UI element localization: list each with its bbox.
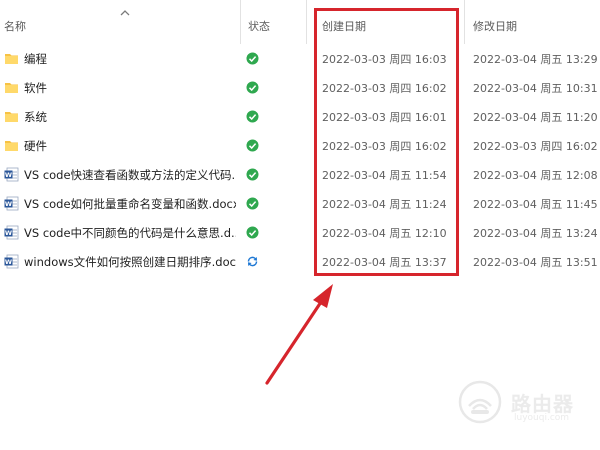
file-name: VS code如何批量重命名变量和函数.docx [24, 197, 236, 211]
folder-icon [5, 141, 18, 151]
sync-complete-check-icon [246, 226, 259, 239]
file-modified-date: 2022-03-03 周四 16:02 [473, 140, 598, 153]
file-name: 编程 [24, 52, 47, 66]
red-arrow-annotation [265, 284, 333, 385]
sync-complete-check-icon [246, 197, 259, 210]
file-name: VS code快速查看函数或方法的定义代码... [24, 168, 236, 182]
folder-icon [5, 54, 18, 64]
column-header-bar: 名称 状态 创建日期 修改日期 [0, 0, 600, 44]
file-row[interactable]: 系统 2022-03-03 周四 16:01 2022-03-04 周五 11:20 [0, 102, 600, 131]
file-row[interactable]: 硬件 2022-03-03 周四 16:02 2022-03-03 周四 16:02 [0, 131, 600, 160]
file-modified-date: 2022-03-04 周五 11:20 [473, 111, 598, 124]
file-name: 硬件 [24, 139, 47, 153]
syncing-icon [247, 256, 258, 267]
column-divider[interactable] [464, 0, 465, 44]
svg-text:W: W [5, 200, 12, 208]
file-row[interactable]: 编程 2022-03-03 周四 16:03 2022-03-04 周五 13:29 [0, 44, 600, 73]
router-logo-icon [458, 380, 502, 424]
file-modified-date: 2022-03-04 周五 13:51 [473, 256, 598, 269]
file-name: windows文件如何按照创建日期排序.docx [24, 255, 236, 269]
file-modified-date: 2022-03-04 周五 12:08 [473, 169, 598, 182]
file-row[interactable]: 软件 2022-03-03 周四 16:02 2022-03-04 周五 10:31 [0, 73, 600, 102]
sync-complete-check-icon [246, 139, 259, 152]
column-header-modified[interactable]: 修改日期 [473, 18, 517, 34]
folder-icon [5, 112, 18, 122]
watermark-subtitle: luyouqi.com [514, 413, 570, 423]
file-row[interactable]: W VS code中不同颜色的代码是什么意思.d... 2022-03-04 周五 … [0, 218, 600, 247]
word-document-icon: W [4, 225, 19, 240]
word-document-icon: W [4, 196, 19, 211]
file-row[interactable]: W VS code快速查看函数或方法的定义代码... 2022-03-04 周五 1… [0, 160, 600, 189]
word-document-icon: W [4, 254, 19, 269]
svg-text:W: W [5, 258, 12, 266]
sync-complete-check-icon [246, 110, 259, 123]
folder-icon [5, 83, 18, 93]
svg-text:W: W [5, 171, 12, 179]
sync-complete-check-icon [246, 52, 259, 65]
column-divider[interactable] [306, 0, 307, 44]
created-date-highlight-box [314, 8, 459, 276]
file-modified-date: 2022-03-04 周五 11:45 [473, 198, 598, 211]
sort-ascending-icon[interactable] [120, 8, 130, 18]
file-name: 软件 [24, 81, 47, 95]
sync-complete-check-icon [246, 81, 259, 94]
file-row[interactable]: W VS code如何批量重命名变量和函数.docx 2022-03-04 周五 1… [0, 189, 600, 218]
file-name: 系统 [24, 110, 47, 124]
column-header-status[interactable]: 状态 [248, 18, 270, 34]
file-modified-date: 2022-03-04 周五 13:29 [473, 53, 598, 66]
file-name: VS code中不同颜色的代码是什么意思.d... [24, 226, 236, 240]
sync-complete-check-icon [246, 168, 259, 181]
column-header-name[interactable]: 名称 [4, 18, 26, 34]
file-modified-date: 2022-03-04 周五 13:24 [473, 227, 598, 240]
watermark-logo: 路由器 luyouqi.com [458, 380, 598, 430]
file-row[interactable]: Wwindows文件如何按照创建日期排序.docx 2022-03-04 周五 1… [0, 247, 600, 276]
word-document-icon: W [4, 167, 19, 182]
svg-text:W: W [5, 229, 12, 237]
file-modified-date: 2022-03-04 周五 10:31 [473, 82, 598, 95]
column-divider[interactable] [240, 0, 241, 44]
